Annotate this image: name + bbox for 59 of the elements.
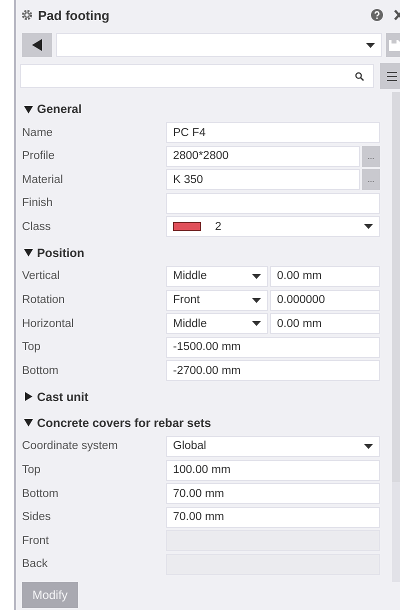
browse-button[interactable]: ... [362,146,380,167]
caret-icon [252,274,261,279]
field-label: Bottom [22,488,60,500]
field-label: Horizontal [22,318,75,330]
dropdown[interactable]: Middle [166,266,268,287]
dropdown[interactable]: Global [166,436,380,457]
window-title: Pad footing [38,8,110,22]
help-icon[interactable] [371,9,383,21]
save-button[interactable] [386,33,400,57]
input-field[interactable]: 70.00 mm [166,483,380,504]
field-label: Front [22,534,50,547]
menu-icon [387,72,397,80]
back-button[interactable] [22,33,52,57]
input-field[interactable] [166,192,380,214]
caret-icon [252,298,261,303]
input-field[interactable]: -2700.00 mm [166,360,380,382]
left-triangle-icon [31,39,43,51]
field-label: Profile [22,150,56,162]
field-label: Back [22,558,49,570]
field-label: Bottom [22,364,60,377]
input-field[interactable]: K 350 [166,169,360,190]
field-label: Class [22,220,52,233]
section-header[interactable]: Position [22,240,382,266]
section-header[interactable]: Concrete covers for rebar sets [22,410,382,436]
field-label: Name [22,126,54,138]
browse-button[interactable]: ... [362,169,380,190]
field-label: Top [22,341,42,354]
field-label: Sides [22,511,52,524]
input-field[interactable]: -1500.00 mm [166,336,380,358]
field-label: Coordinate system [22,440,119,452]
input-field[interactable]: 0.00 mm [270,266,380,287]
input-field[interactable]: 100.00 mm [166,460,380,481]
field-label: Top [22,464,42,476]
input-field[interactable]: 70.00 mm [166,506,380,528]
dropdown[interactable]: Middle [166,313,268,334]
expand-triangle-icon [24,418,33,428]
caret-icon [252,321,261,326]
field-label: Material [22,174,64,186]
caret-icon [364,224,373,230]
dropdown[interactable]: Front [166,290,268,311]
input-field[interactable]: 0.00 mm [270,313,380,334]
field-label: Finish [22,197,54,210]
field-label: Rotation [22,294,66,306]
section-header[interactable]: General [22,96,382,122]
expand-triangle-icon [24,248,33,258]
caret-icon [366,42,375,48]
caret-icon [364,444,373,449]
class-dropdown[interactable]: 2 [166,216,380,238]
expand-triangle-icon [24,392,33,402]
field-label: Vertical [22,270,61,282]
section-header[interactable]: Cast unit [22,384,382,410]
search-field[interactable] [20,64,374,88]
menu-button[interactable] [380,63,400,89]
input-field[interactable]: PC F4 [166,122,380,143]
input-field[interactable]: 2800*2800 [166,146,360,167]
expand-triangle-icon [24,104,33,114]
input-field[interactable]: 0.000000 [270,290,380,311]
settings-icon [21,9,33,21]
search-icon [355,72,364,80]
